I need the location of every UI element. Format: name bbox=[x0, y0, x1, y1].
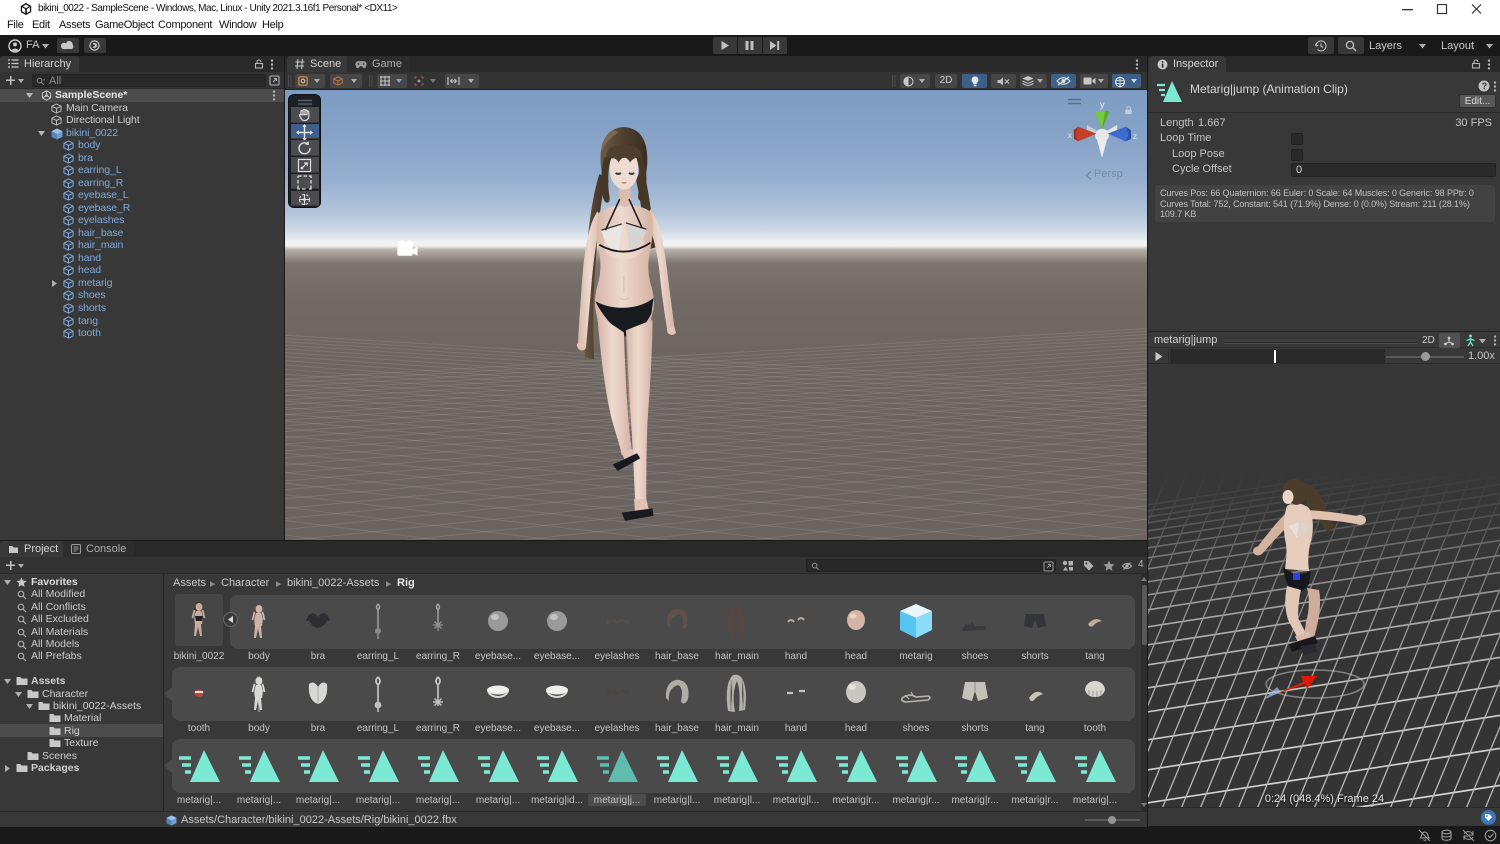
svg-text:z: z bbox=[1133, 131, 1137, 141]
svg-text:?: ? bbox=[1482, 81, 1488, 91]
svg-text:y: y bbox=[1100, 100, 1105, 111]
svg-text:x: x bbox=[1068, 130, 1073, 140]
